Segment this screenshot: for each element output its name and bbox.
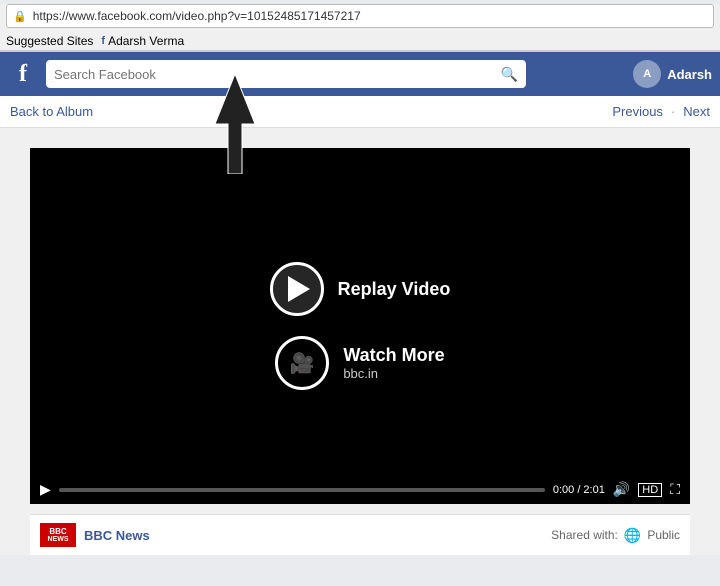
nav-left: Back to Album [10,104,93,119]
source-info: BBC NEWS BBC News [40,523,150,547]
watch-more-sublabel: bbc.in [343,366,444,381]
nav-right: Previous · Next [612,104,710,119]
address-bar[interactable]: 🔒 https://www.facebook.com/video.php?v=1… [6,4,714,28]
watch-more-label-group: Watch More bbc.in [343,345,444,381]
video-player[interactable]: Replay Video 🎥 Watch More bbc.in ▶ 0:00 … [30,148,690,504]
replay-video-button[interactable]: Replay Video [270,262,451,316]
shared-label: Shared with: [551,528,618,542]
fullscreen-icon[interactable]: ⛶ [670,481,680,498]
search-box[interactable]: 🔍 [46,60,526,88]
camera-circle: 🎥 [275,336,329,390]
play-icon [288,276,310,302]
play-circle [270,262,324,316]
username[interactable]: Adarsh [667,67,712,82]
browser-chrome: 🔒 https://www.facebook.com/video.php?v=1… [0,4,720,52]
next-link[interactable]: Next [683,104,710,119]
video-info-bar: BBC NEWS BBC News Shared with: 🌐 Public [30,514,690,555]
watch-more-button[interactable]: 🎥 Watch More bbc.in [275,336,444,390]
time-display: 0:00 / 2:01 [553,484,605,496]
lock-icon: 🔒 [13,10,27,23]
fb-header: f 🔍 A Adarsh [0,52,720,96]
hd-badge[interactable]: HD [638,483,662,497]
bookmark-suggested-sites[interactable]: Suggested Sites [6,34,93,48]
user-area: A Adarsh [633,60,712,88]
previous-link[interactable]: Previous [612,104,663,119]
bookmark-label: Adarsh Verma [108,34,184,48]
volume-icon[interactable]: 🔊 [613,481,630,498]
fb-logo[interactable]: f [8,61,38,88]
camera-icon: 🎥 [290,351,315,376]
search-icon[interactable]: 🔍 [501,66,518,83]
url-text: https://www.facebook.com/video.php?v=101… [33,9,707,23]
replay-label: Replay Video [338,279,451,300]
bbc-line1: BBC [49,528,66,536]
globe-icon: 🌐 [624,527,641,544]
watch-more-label: Watch More [343,345,444,366]
shared-info: Shared with: 🌐 Public [551,527,680,544]
replay-label-group: Replay Video [338,279,451,300]
video-section: Replay Video 🎥 Watch More bbc.in ▶ 0:00 … [0,128,720,555]
visibility-label: Public [647,528,680,542]
bbc-logo: BBC NEWS [40,523,76,547]
fb-bookmark-icon: f [101,35,105,47]
avatar[interactable]: A [633,60,661,88]
bookmark-label: Suggested Sites [6,34,93,48]
bookmarks-bar: Suggested Sites f Adarsh Verma [0,32,720,51]
nav-bar: Back to Album Previous · Next [0,96,720,128]
search-input[interactable] [54,67,497,82]
play-button[interactable]: ▶ [40,481,51,498]
bookmark-adarsh-verma[interactable]: f Adarsh Verma [101,34,184,48]
progress-bar[interactable] [59,488,545,492]
video-controls: ▶ 0:00 / 2:01 🔊 HD ⛶ [30,475,690,504]
nav-separator: · [671,104,675,119]
source-name[interactable]: BBC News [84,528,150,543]
bbc-line2: NEWS [48,536,69,543]
back-to-album-link[interactable]: Back to Album [10,104,93,119]
avatar-initial: A [643,68,651,80]
video-overlay: Replay Video 🎥 Watch More bbc.in [270,262,451,390]
